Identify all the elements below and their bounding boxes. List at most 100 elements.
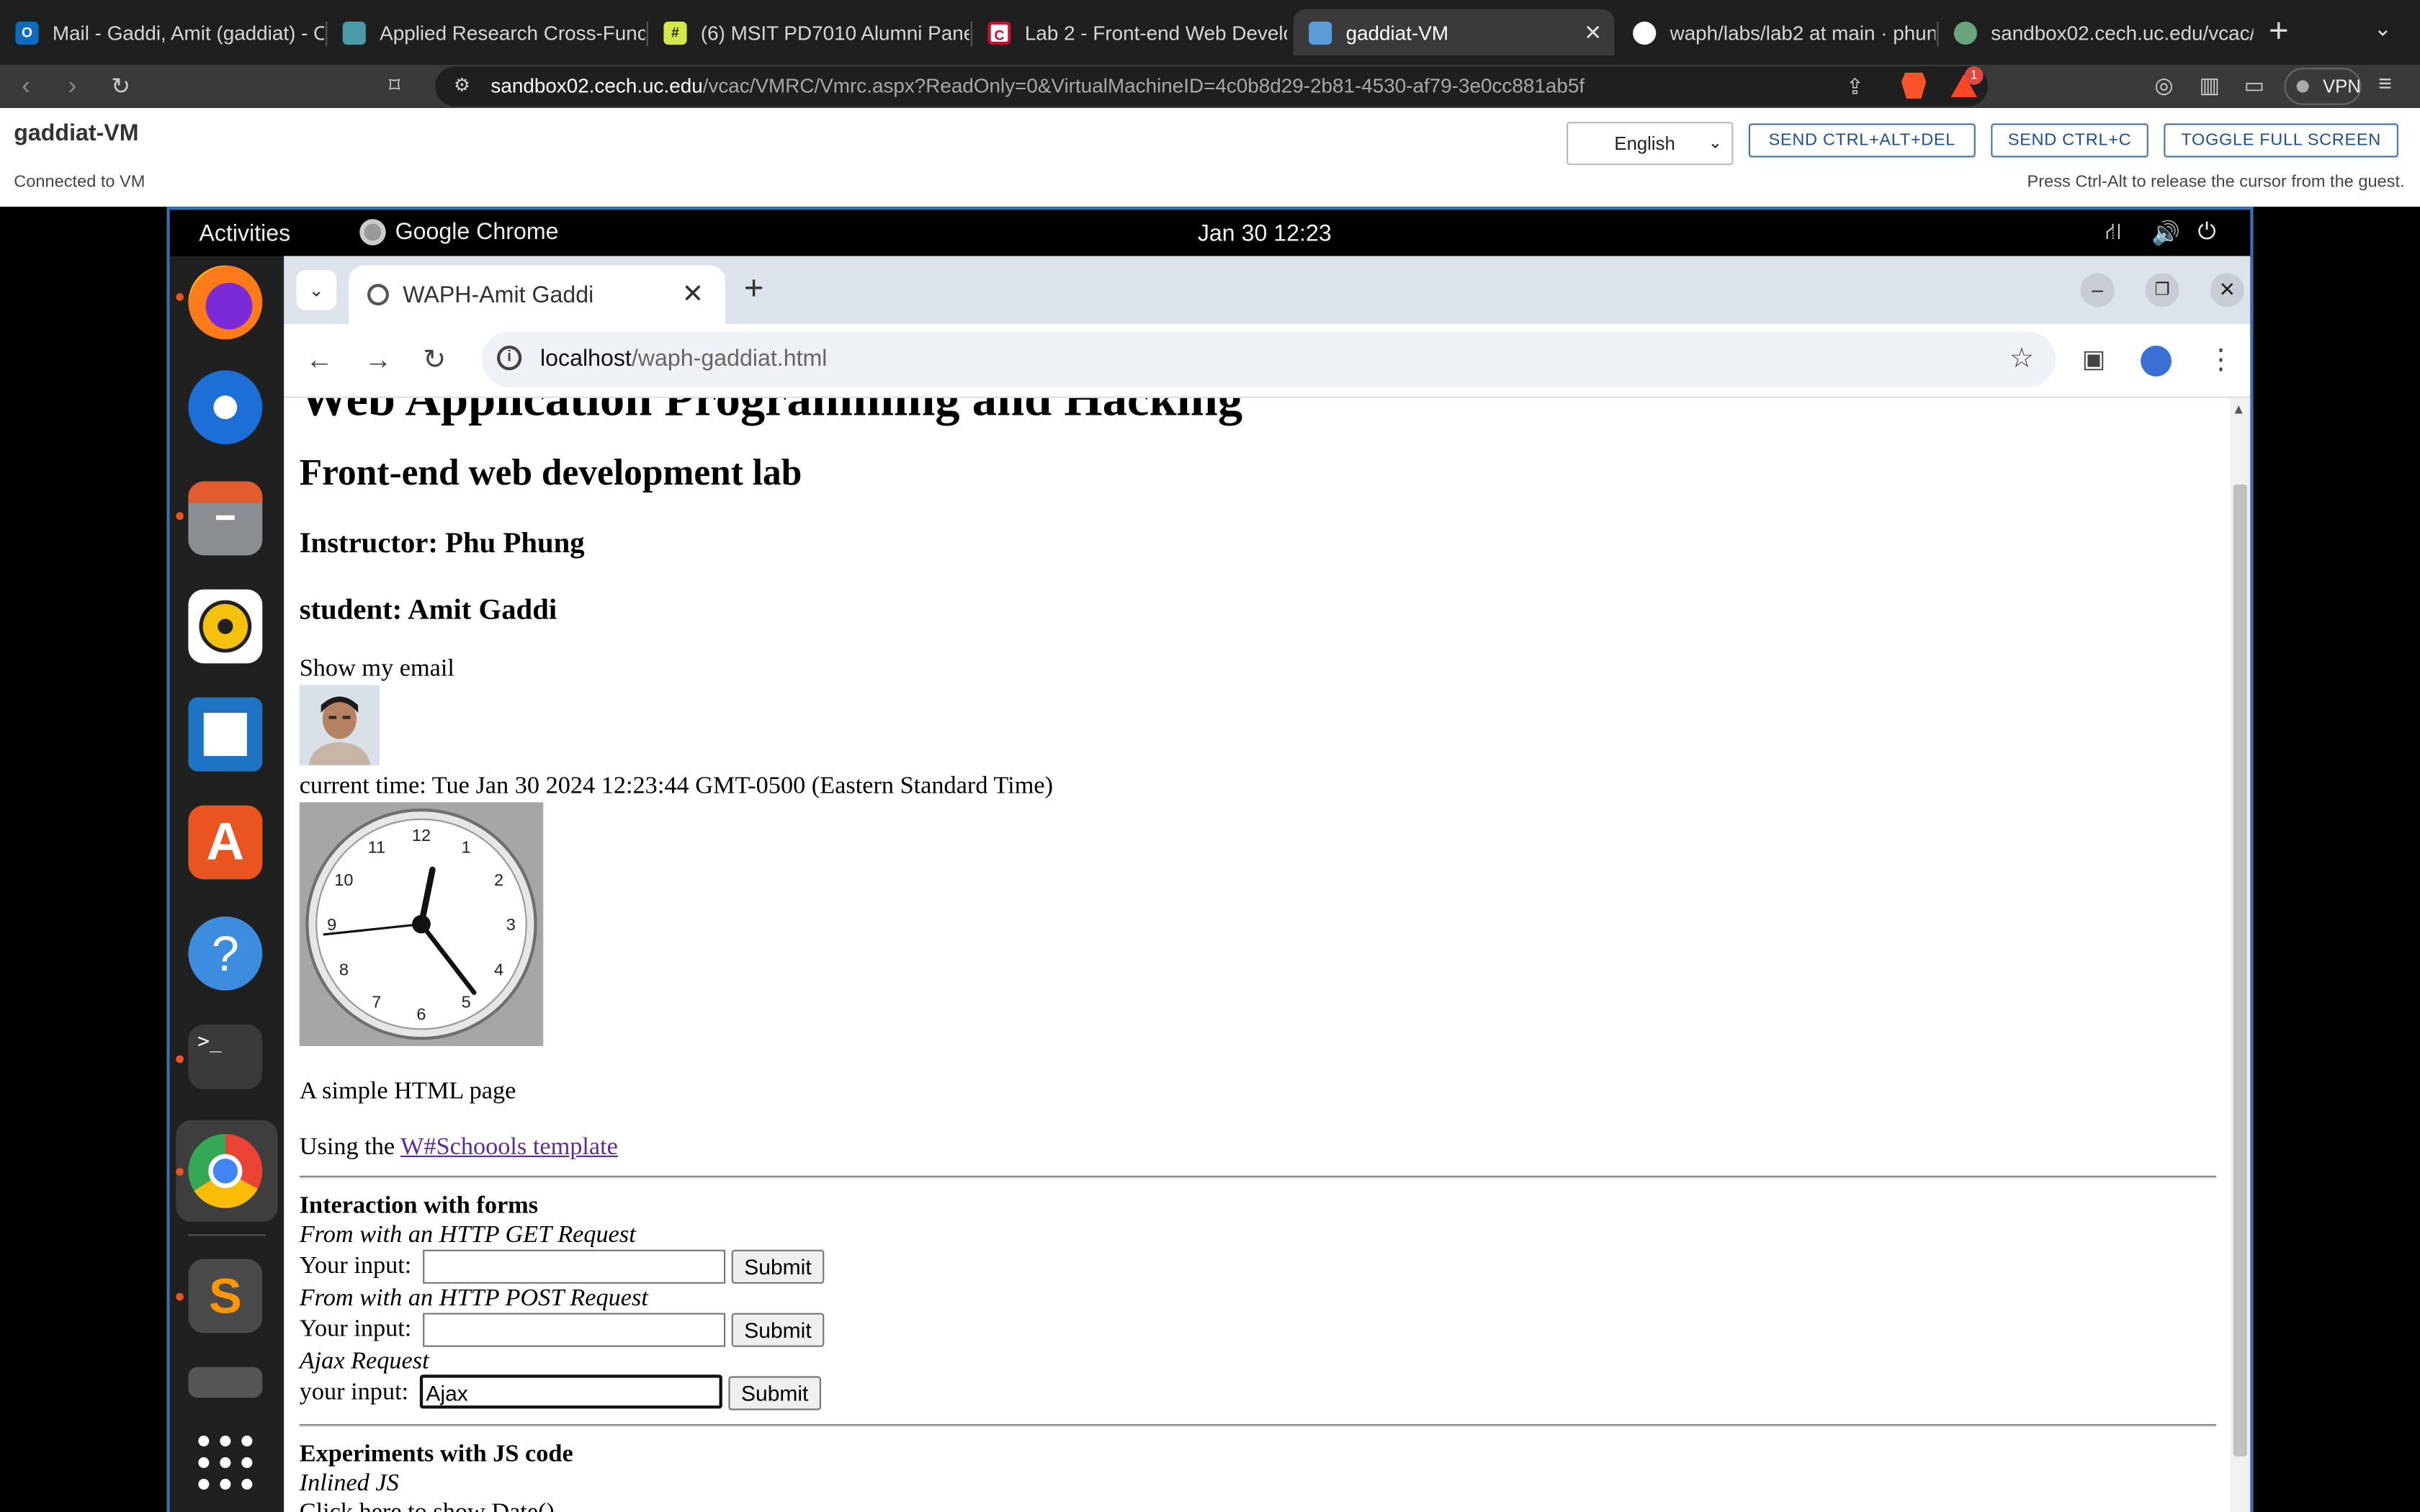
- bookmark-icon[interactable]: ⌑: [389, 73, 400, 99]
- site-settings-icon[interactable]: ⚙: [454, 74, 470, 96]
- close-tab-icon[interactable]: ✕: [682, 279, 704, 310]
- student-heading: student: Amit Gaddi: [299, 594, 557, 626]
- host-tab-mail[interactable]: O Mail - Gaddi, Amit (gaddiat) - Ou: [0, 9, 324, 55]
- reload-icon[interactable]: ↻: [111, 73, 130, 100]
- forward-arrow-icon[interactable]: ›: [68, 71, 76, 102]
- host-tab-title: waph/labs/lab2 at main · phungp: [1670, 20, 1936, 45]
- host-tab-title: sandbox02.cech.uc.edu/vcac/Lo: [1991, 20, 2254, 45]
- google-chrome-icon[interactable]: [188, 1134, 263, 1208]
- wallet-icon[interactable]: ▭: [2244, 73, 2264, 99]
- post-submit-button[interactable]: Submit: [731, 1313, 825, 1347]
- rhythmbox-icon[interactable]: [188, 589, 263, 664]
- gnome-clock[interactable]: Jan 30 12:23: [1198, 220, 1332, 246]
- sidebar-icon[interactable]: ▥: [2200, 73, 2220, 99]
- app-menu[interactable]: Google Chrome: [359, 219, 558, 246]
- app-center-icon[interactable]: A: [188, 805, 263, 880]
- clock-numeral: 2: [494, 870, 503, 889]
- libreoffice-writer-icon[interactable]: [188, 697, 263, 772]
- vpn-button[interactable]: VPN: [2284, 68, 2362, 105]
- tab-search-chevron-icon[interactable]: ⌄: [296, 270, 337, 310]
- clock-numeral: 1: [462, 838, 471, 857]
- clock-numeral: 6: [416, 1004, 426, 1023]
- w3schools-template-link[interactable]: W#Schoools template: [400, 1134, 618, 1160]
- reload-icon[interactable]: ↻: [423, 344, 446, 377]
- host-tab-github[interactable]: waph/labs/lab2 at main · phungp: [1618, 9, 1935, 55]
- close-window-button[interactable]: ✕: [2210, 273, 2244, 307]
- volume-icon[interactable]: 🔊: [2151, 219, 2180, 246]
- minimize-button[interactable]: –: [2080, 273, 2115, 307]
- thunderbird-icon[interactable]: [188, 370, 263, 445]
- host-tab-msit[interactable]: # (6) MSIT PD7010 Alumni Panel | H: [648, 9, 969, 55]
- globe-icon: [1953, 20, 1977, 45]
- back-arrow-icon[interactable]: ‹: [22, 71, 30, 102]
- ajax-submit-button[interactable]: Submit: [728, 1376, 821, 1410]
- show-date-link[interactable]: Click here to show Date(): [300, 1500, 555, 1512]
- get-input-field[interactable]: [423, 1249, 726, 1284]
- more-menu-icon[interactable]: ⋮: [2207, 344, 2235, 377]
- activities-button[interactable]: Activities: [199, 220, 290, 246]
- host-tab-teams[interactable]: Applied Research Cross-Functio: [327, 9, 645, 55]
- post-input-label: Your input:: [299, 1315, 412, 1343]
- power-icon[interactable]: ⏻: [2197, 219, 2215, 245]
- menu-icon[interactable]: ≡: [2378, 71, 2392, 97]
- get-input-label: Your input:: [299, 1253, 412, 1279]
- new-tab-button[interactable]: +: [744, 269, 764, 309]
- chevron-down-icon: ⌄: [1708, 134, 1723, 153]
- terminal-icon[interactable]: >_: [188, 1024, 263, 1089]
- clock-numeral: 4: [494, 960, 503, 978]
- ajax-input-field[interactable]: Ajax: [419, 1374, 722, 1409]
- address-bar[interactable]: ⚙ sandbox02.cech.uc.edu/vcac/VMRC/Vmrc.a…: [435, 66, 1989, 107]
- firefox-icon[interactable]: [188, 265, 263, 340]
- back-arrow-icon[interactable]: ←: [305, 344, 333, 377]
- running-indicator: [176, 293, 184, 301]
- drive-icon[interactable]: [188, 1367, 263, 1398]
- running-indicator: [176, 1055, 184, 1063]
- side-panel-icon[interactable]: ▣: [2082, 344, 2105, 375]
- network-icon[interactable]: ⛙: [2105, 219, 2122, 248]
- connection-status: Connected to VM: [14, 173, 145, 192]
- chrome-icon: [359, 219, 386, 246]
- profile-avatar-icon[interactable]: [2141, 346, 2172, 377]
- host-tab-sandbox[interactable]: sandbox02.cech.uc.edu/vcac/Lo: [1938, 9, 2254, 55]
- help-icon[interactable]: ?: [188, 916, 263, 991]
- guest-tab[interactable]: WAPH-Amit Gaddi ✕: [349, 265, 726, 324]
- new-tab-button[interactable]: +: [2269, 12, 2289, 49]
- url-host: sandbox02.cech.uc.edu: [490, 73, 703, 97]
- clock-numeral: 10: [334, 870, 353, 889]
- scroll-up-arrow-icon[interactable]: ▲: [2232, 401, 2246, 416]
- post-input-field[interactable]: [423, 1313, 726, 1347]
- host-tab-vm[interactable]: gaddiat-VM ✕: [1293, 9, 1615, 56]
- analog-clock: 1 2 3 4 5 6 7 8 9 10 11 12: [299, 802, 544, 1046]
- files-icon[interactable]: [188, 481, 263, 556]
- guest-address-bar[interactable]: i localhost/waph-gaddiat.html ☆: [481, 331, 2056, 387]
- host-tab-title: Mail - Gaddi, Amit (gaddiat) - Ou: [52, 20, 324, 45]
- toggle-full-screen-button[interactable]: TOGGLE FULL SCREEN: [2164, 123, 2398, 158]
- guest-url-path: /waph-gaddiat.html: [631, 346, 828, 372]
- leo-ai-icon[interactable]: ◎: [2154, 73, 2173, 99]
- guest-url-host: localhost: [540, 346, 632, 372]
- send-ctrl-alt-del-button[interactable]: SEND CTRL+ALT+DEL: [1748, 123, 1976, 158]
- show-email-toggle[interactable]: Show my email: [300, 656, 454, 684]
- close-tab-icon[interactable]: ✕: [1584, 20, 1602, 46]
- student-photo: [299, 685, 380, 765]
- share-icon[interactable]: ⇪: [1846, 74, 1864, 100]
- language-value: English: [1614, 132, 1675, 155]
- vmrc-header: gaddiat-VM Connected to VM English ⌄ SEN…: [0, 108, 2420, 207]
- scrollbar-thumb[interactable]: [2233, 484, 2247, 1457]
- hash-icon: #: [663, 20, 687, 45]
- forward-arrow-icon[interactable]: →: [364, 344, 393, 377]
- vm-console[interactable]: Activities Google Chrome Jan 30 12:23 ⛙ …: [166, 207, 2254, 1512]
- restore-button[interactable]: ❐: [2145, 273, 2179, 307]
- sublime-text-icon[interactable]: S: [188, 1259, 263, 1333]
- divider: [299, 1423, 2217, 1428]
- url-text: sandbox02.cech.uc.edu/vcac/VMRC/Vmrc.asp…: [490, 74, 1585, 97]
- tab-search-chevron-icon[interactable]: ⌄: [2374, 15, 2392, 41]
- bookmark-star-icon[interactable]: ☆: [2009, 343, 2035, 375]
- send-ctrl-c-button[interactable]: SEND CTRL+C: [1991, 123, 2148, 158]
- host-tab-canvas[interactable]: C Lab 2 - Front-end Web Developm: [972, 9, 1287, 55]
- show-apps-icon[interactable]: [188, 1426, 262, 1500]
- language-select[interactable]: English ⌄: [1567, 122, 1734, 166]
- guest-chrome-window: ⌄ WAPH-Amit Gaddi ✕ + – ❐ ✕ ← → ↻ i loca…: [284, 256, 2251, 1512]
- get-submit-button[interactable]: Submit: [731, 1249, 825, 1284]
- info-icon[interactable]: i: [497, 346, 522, 371]
